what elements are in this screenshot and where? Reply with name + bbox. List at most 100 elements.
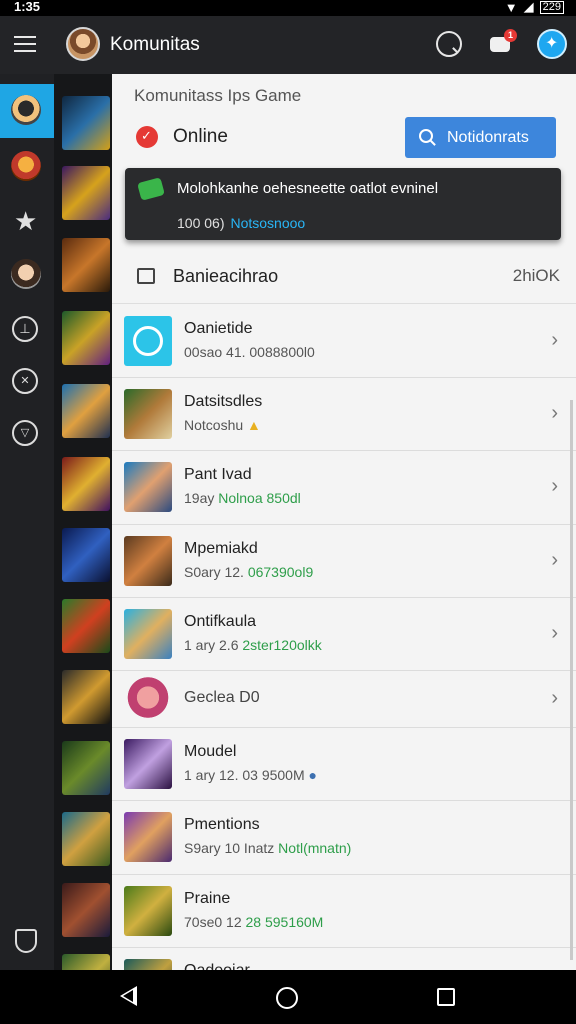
list-item-sub: S0ary 12. 067390ol9 xyxy=(184,564,313,580)
game-thumbnail[interactable] xyxy=(62,96,110,150)
list-item[interactable]: Datsitsdles Notcoshu ▲ › xyxy=(112,378,576,451)
chat-icon[interactable]: 1 xyxy=(488,29,517,57)
game-icon xyxy=(124,316,172,366)
menu-icon[interactable] xyxy=(14,36,36,54)
tools-icon[interactable] xyxy=(12,368,38,394)
left-rail: ★ xyxy=(0,74,54,970)
list-icon xyxy=(137,268,155,284)
list-item-accent: Notl(mnatn) xyxy=(278,840,352,856)
list-item-sub: 70se0 12 28 595160M xyxy=(184,914,323,930)
chevron-right-icon: › xyxy=(551,549,558,571)
system-nav-bar xyxy=(0,970,576,1024)
toast-message: Molohkanhe oehesneette oatlot evninel xyxy=(177,180,439,197)
notifications-button[interactable]: Notidonrats xyxy=(405,117,556,158)
list-item-name: Oadeoiar xyxy=(184,962,250,970)
game-thumbnail[interactable] xyxy=(62,599,110,653)
app-screen: 1:35 ▼ ◢ 229 Komunitas 1 ★ xyxy=(0,0,576,1024)
game-thumbnail[interactable] xyxy=(62,883,110,937)
search-icon xyxy=(419,129,433,143)
list-item-name: Geclea D0 xyxy=(184,689,260,706)
list-item-name: Oanietide xyxy=(184,320,253,337)
game-thumbnail[interactable] xyxy=(62,812,110,866)
list-item[interactable]: Oadeoiar xyxy=(112,948,576,970)
list-item[interactable]: Pant Ivad 19ay Nolnoa 850dl › xyxy=(112,451,576,525)
scrollbar[interactable] xyxy=(570,400,573,960)
game-thumbnail[interactable] xyxy=(62,954,110,970)
list-item-sub-text: 1 ary 12. 03 9500M xyxy=(184,767,305,783)
list-item-sub-text: 1 ary 2.6 xyxy=(184,637,239,653)
game-thumbnail[interactable] xyxy=(62,457,110,511)
warning-icon: ▲ xyxy=(247,417,261,433)
list-item-sub: 1 ary 2.6 2ster120olkk xyxy=(184,637,322,653)
status-time: 1:35 xyxy=(14,0,41,14)
game-icon xyxy=(124,812,172,862)
game-thumbnail[interactable] xyxy=(62,741,110,795)
battery-icon: 229 xyxy=(539,0,564,14)
game-icon xyxy=(124,389,172,439)
rail-item-community[interactable] xyxy=(0,84,54,138)
avatar[interactable] xyxy=(66,27,100,61)
toast-sub-label: 100 06) xyxy=(177,215,225,231)
game-thumbnail[interactable] xyxy=(62,166,110,220)
game-thumbnail[interactable] xyxy=(62,384,110,438)
game-icon xyxy=(124,462,172,512)
profile-icon[interactable] xyxy=(537,29,567,59)
list-item[interactable]: Ontifkaula 1 ary 2.6 2ster120olkk › xyxy=(112,598,576,671)
list-item[interactable]: Praine 70se0 12 28 595160M xyxy=(112,875,576,948)
list-item-sub-text: 70se0 12 xyxy=(184,914,242,930)
rail-item-hero[interactable] xyxy=(0,140,54,194)
online-check-icon xyxy=(136,126,158,148)
wifi-icon: ▼ xyxy=(504,0,518,15)
game-icon xyxy=(124,886,172,936)
chevron-right-icon: › xyxy=(551,622,558,644)
list-item-sub: 1 ary 12. 03 9500M ● xyxy=(184,767,317,783)
globe-icon: ● xyxy=(308,767,317,783)
list-item-sub-text: S9ary 10 Inatz xyxy=(184,840,275,856)
game-icon xyxy=(124,739,172,789)
game-thumbnail[interactable] xyxy=(62,670,110,724)
home-icon[interactable] xyxy=(276,987,298,1009)
list-item[interactable]: Moudel 1 ary 12. 03 9500M ● xyxy=(112,728,576,801)
game-icon xyxy=(124,959,172,970)
shield-icon[interactable] xyxy=(15,929,37,953)
list-item-sub: S9ary 10 Inatz Notl(mnatn) xyxy=(184,840,351,856)
back-icon[interactable] xyxy=(120,986,137,1006)
status-bar: 1:35 ▼ ◢ 229 xyxy=(0,0,576,16)
toast-link[interactable]: Notsosnooo xyxy=(230,215,305,231)
game-icon xyxy=(124,609,172,659)
search-icon[interactable] xyxy=(436,31,462,57)
list-item[interactable]: Geclea D0 › xyxy=(112,671,576,728)
anchor-icon[interactable] xyxy=(12,316,38,342)
section-header: Banieacihrao 2hiOK xyxy=(112,244,576,304)
game-thumbnail[interactable] xyxy=(62,238,110,292)
list-item-name: Moudel xyxy=(184,743,237,760)
game-icon xyxy=(124,675,172,725)
section-title: Banieacihrao xyxy=(173,266,279,286)
list-item[interactable]: Pmentions S9ary 10 Inatz Notl(mnatn) xyxy=(112,801,576,875)
toast-subtext: 100 06) Notsosnooo xyxy=(177,215,305,231)
app-bar: Komunitas 1 xyxy=(0,16,576,74)
list-item[interactable]: Oanietide 00sao 41. 0088800l0 › xyxy=(112,305,576,378)
rail-item-favorites[interactable]: ★ xyxy=(0,196,54,250)
diamond-icon[interactable] xyxy=(12,420,38,446)
status-icons: ▼ ◢ 229 xyxy=(505,0,564,15)
chevron-right-icon: › xyxy=(551,687,558,709)
list-item-sub-text: Notcoshu xyxy=(184,417,244,433)
chevron-right-icon: › xyxy=(551,475,558,497)
rail-item-profile[interactable] xyxy=(0,248,54,302)
list-item-accent: 28 595160M xyxy=(245,914,324,930)
list-item-name: Praine xyxy=(184,890,231,907)
user-avatar-icon xyxy=(11,259,41,289)
list-item-name: Pant Ivad xyxy=(184,466,252,483)
star-icon: ★ xyxy=(14,206,38,236)
notification-toast[interactable]: Molohkanhe oehesneette oatlot evninel 10… xyxy=(125,168,561,240)
community-panel: Komunitass Ips Game Online Notidonrats M… xyxy=(112,74,576,970)
list-item[interactable]: Mpemiakd S0ary 12. 067390ol9 › xyxy=(112,525,576,598)
game-thumbnail[interactable] xyxy=(62,528,110,582)
recent-apps-icon[interactable] xyxy=(437,988,455,1006)
list-item-accent: 2ster120olkk xyxy=(242,637,322,653)
list-item-accent: 067390ol9 xyxy=(247,564,314,580)
game-thumbnail[interactable] xyxy=(62,311,110,365)
list-item-name: Mpemiakd xyxy=(184,540,258,557)
list-item-sub: Notcoshu ▲ xyxy=(184,417,261,433)
